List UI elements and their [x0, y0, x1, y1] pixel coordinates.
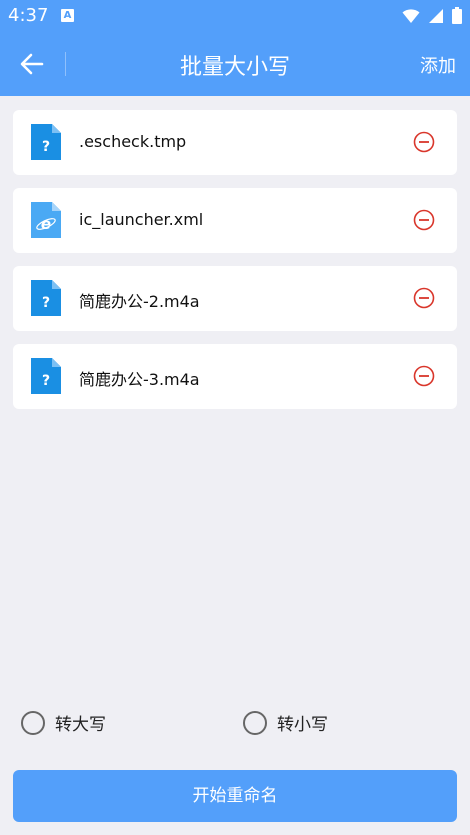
case-options: 转大写 转小写	[0, 710, 470, 740]
unknown-file-icon: ?	[31, 280, 61, 316]
uppercase-label: 转大写	[55, 715, 106, 735]
file-name: 简鹿办公-3.m4a	[79, 370, 200, 389]
list-item: ? .escheck.tmp	[13, 110, 457, 175]
page-title: 批量大小写	[179, 55, 290, 80]
lowercase-radio[interactable]: 转小写	[243, 710, 328, 735]
svg-text:?: ?	[42, 373, 50, 389]
wifi-icon	[402, 8, 420, 23]
file-name: 简鹿办公-2.m4a	[79, 292, 200, 311]
list-item: e ic_launcher.xml	[13, 188, 457, 253]
unknown-file-icon: ?	[31, 358, 61, 394]
file-list: ? .escheck.tmp e ic_launcher.xml ? 简鹿办公-…	[13, 110, 457, 422]
signal-icon	[429, 8, 443, 23]
svg-text:?: ?	[42, 139, 50, 155]
svg-text:?: ?	[42, 295, 50, 311]
list-item: ? 简鹿办公-2.m4a	[13, 266, 457, 331]
radio-circle[interactable]	[21, 710, 45, 735]
remove-icon[interactable]	[413, 131, 435, 153]
lowercase-label: 转小写	[277, 715, 328, 735]
unknown-file-icon: ?	[31, 124, 61, 160]
remove-icon[interactable]	[413, 365, 435, 387]
top-bar: 4:37 A 批量大小写 添加	[0, 0, 470, 96]
remove-icon[interactable]	[413, 209, 435, 231]
uppercase-radio[interactable]: 转大写	[21, 710, 106, 735]
radio-circle[interactable]	[243, 710, 267, 735]
ie-file-icon: e	[31, 202, 61, 238]
file-name: ic_launcher.xml	[79, 210, 204, 229]
app-bar: 批量大小写 添加	[0, 32, 470, 96]
file-name: .escheck.tmp	[79, 132, 187, 151]
remove-icon[interactable]	[413, 287, 435, 309]
status-icons	[402, 7, 462, 24]
status-bar: 4:37 A	[0, 0, 470, 32]
svg-text:e: e	[41, 215, 51, 233]
battery-icon	[452, 7, 462, 24]
status-time: 4:37	[8, 5, 49, 26]
add-button[interactable]: 添加	[420, 52, 456, 78]
a-letter-icon: A	[61, 9, 74, 22]
list-item: ? 简鹿办公-3.m4a	[13, 344, 457, 409]
start-rename-button[interactable]: 开始重命名	[13, 770, 457, 822]
